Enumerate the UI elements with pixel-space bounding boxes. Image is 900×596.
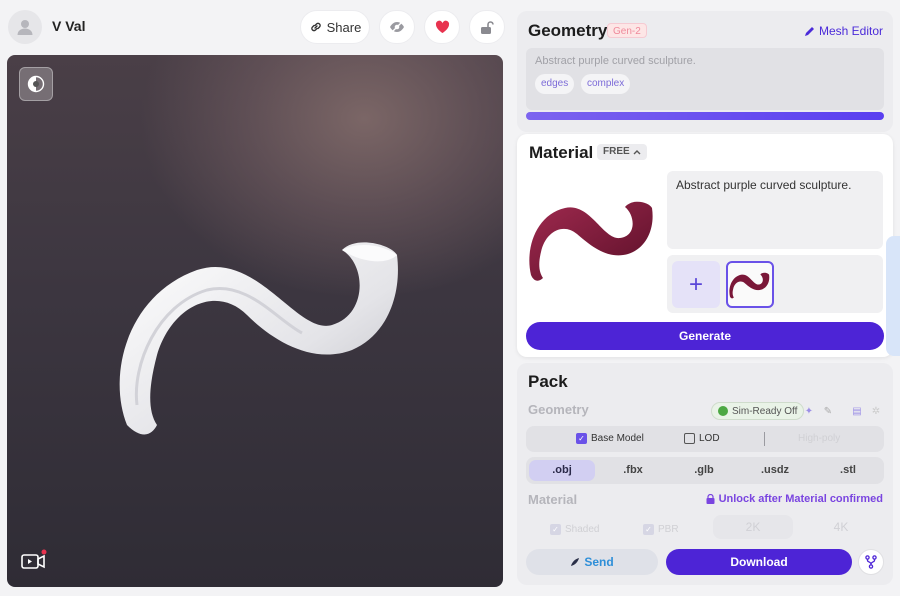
geometry-options-row: ✓ Base Model LOD High-poly [526, 426, 884, 452]
side-feedback-tab[interactable] [886, 236, 900, 356]
geometry-prompt-text: Abstract purple curved sculpture. [535, 55, 696, 67]
unlock-icon [481, 20, 494, 34]
chevron-up-icon [633, 150, 641, 155]
sim-ready-toggle[interactable]: Sim-Ready Off [711, 402, 805, 420]
user-icon [17, 20, 33, 35]
thumbnail-image [729, 272, 770, 299]
link-icon [310, 22, 321, 32]
generate-button[interactable]: Generate [526, 322, 884, 350]
share-button[interactable]: Share [300, 10, 370, 44]
format-selector: .obj .fbx .glb .usdz .stl [526, 457, 884, 484]
layers-icon[interactable]: ▤ [850, 404, 864, 418]
format-stl[interactable]: .stl [815, 460, 881, 481]
sim-ready-label: Sim-Ready Off [732, 405, 798, 417]
avatar[interactable] [8, 10, 42, 44]
record-video-button[interactable] [21, 549, 47, 571]
mesh-editor-link[interactable]: Mesh Editor [804, 24, 883, 38]
format-obj[interactable]: .obj [529, 460, 595, 481]
material-prompt-text: Abstract purple curved sculpture. [676, 178, 852, 192]
geometry-progress-bar [526, 112, 884, 120]
material-title: Material [529, 143, 594, 162]
add-image-button[interactable]: + [672, 261, 720, 308]
pack-panel: Pack Geometry Sim-Ready Off ✦ ✎ ▤ ✲ ✓ Ba… [517, 363, 893, 585]
username: V Val [52, 18, 86, 34]
shading-toggle-button[interactable] [19, 67, 53, 101]
pack-geometry-label: Geometry [528, 402, 589, 417]
sim-ready-icon [718, 406, 728, 416]
material-prompt-box[interactable]: Abstract purple curved sculpture. [667, 171, 883, 249]
pack-material-label: Material [528, 492, 578, 507]
checkbox-disabled-icon: ✓ [643, 523, 654, 535]
base-model-checkbox[interactable]: ✓ Base Model [576, 433, 644, 444]
like-button[interactable] [424, 10, 460, 44]
unlock-notice: Unlock after Material confirmed [706, 493, 883, 505]
pbr-option: ✓ PBR [643, 519, 679, 539]
pbr-label: PBR [658, 523, 679, 535]
high-poly-label: High-poly [798, 433, 841, 444]
checkbox-disabled-icon: ✓ [550, 523, 561, 535]
high-poly-option: High-poly [798, 433, 840, 444]
send-icon [571, 558, 580, 566]
format-glb[interactable]: .glb [671, 460, 737, 481]
checkbox-checked-icon: ✓ [576, 433, 587, 444]
free-badge-label: FREE [603, 146, 630, 157]
options-divider [764, 432, 765, 446]
send-button[interactable]: Send [526, 549, 658, 575]
material-panel: Material FREE Abstract purple curved scu… [517, 134, 893, 357]
reference-image-thumbnail[interactable] [726, 261, 774, 308]
eye-off-icon [390, 21, 404, 33]
resolution-2k: 2K [713, 515, 793, 539]
send-label: Send [584, 555, 614, 569]
lock-icon [706, 494, 715, 504]
format-fbx[interactable]: .fbx [600, 460, 666, 481]
tag-edges[interactable]: edges [535, 74, 575, 94]
geometry-panel: Geometry Gen-2 Mesh Editor Abstract purp… [517, 11, 893, 132]
shaded-option: ✓ Shaded [550, 519, 599, 539]
settings-icon[interactable]: ✲ [869, 404, 883, 418]
3d-model [119, 242, 398, 435]
checkbox-empty-icon [684, 433, 695, 444]
pack-title: Pack [528, 372, 568, 391]
heart-icon [435, 20, 449, 33]
geometry-prompt-box[interactable]: Abstract purple curved sculpture. edges … [526, 48, 884, 110]
shaded-label: Shaded [565, 523, 600, 535]
mesh-editor-label: Mesh Editor [818, 24, 883, 38]
top-bar: V Val Share [0, 0, 510, 54]
shading-toggle-icon [27, 75, 45, 93]
sparkle-icon[interactable]: ✦ [802, 404, 816, 418]
resolution-4k: 4K [801, 515, 881, 539]
tag-complex[interactable]: complex [581, 74, 631, 94]
3d-viewport[interactable] [7, 55, 503, 587]
lod-checkbox[interactable]: LOD [684, 433, 720, 444]
visibility-button[interactable] [379, 10, 415, 44]
free-badge[interactable]: FREE [597, 144, 647, 160]
unlock-label: Unlock after Material confirmed [718, 493, 883, 505]
record-video-icon [21, 549, 47, 569]
base-model-label: Base Model [591, 433, 644, 444]
format-usdz[interactable]: .usdz [742, 460, 808, 481]
lock-button[interactable] [469, 10, 505, 44]
share-label: Share [326, 19, 362, 35]
fork-button[interactable] [858, 549, 884, 575]
plus-icon: + [688, 270, 703, 298]
fork-icon [865, 555, 877, 569]
lod-label: LOD [699, 433, 720, 444]
download-button[interactable]: Download [666, 549, 852, 575]
gen-badge: Gen-2 [607, 23, 647, 38]
pencil-icon [804, 26, 814, 36]
geometry-title: Geometry [528, 21, 608, 40]
material-preview [529, 201, 653, 281]
edit-icon[interactable]: ✎ [821, 404, 835, 418]
material-reference-images: + [667, 255, 883, 313]
